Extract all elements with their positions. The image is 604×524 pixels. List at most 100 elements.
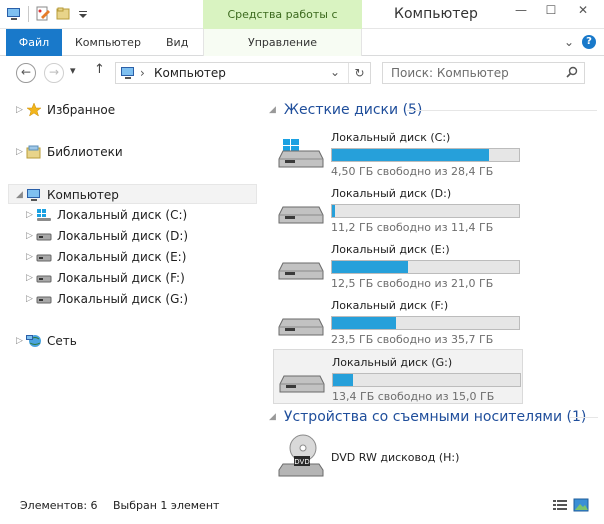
drive-usage-fill xyxy=(332,317,396,329)
expand-arrow-icon[interactable]: ▷ xyxy=(26,268,36,288)
drive-icon xyxy=(36,250,52,264)
tree-item-drive-c[interactable]: ▷ Локальный диск (C:) xyxy=(26,205,256,225)
drive-name: Локальный диск (G:) xyxy=(332,356,453,369)
drive-usage-fill xyxy=(332,261,408,273)
drive-usage-bar xyxy=(331,316,520,330)
tree-item-drive-f[interactable]: ▷ Локальный диск (F:) xyxy=(26,268,256,288)
status-bar: Элементов: 6 Выбран 1 элемент xyxy=(0,486,604,524)
tree-label: Библиотеки xyxy=(47,145,123,159)
minimize-button[interactable]: — xyxy=(510,0,532,22)
group-header-hard-disks[interactable]: ◢ Жесткие диски (5) xyxy=(265,99,422,121)
windows-drive-icon xyxy=(36,208,52,222)
collapse-arrow-icon[interactable]: ◢ xyxy=(269,412,276,422)
group-divider xyxy=(570,417,598,418)
drive-item[interactable]: Локальный диск (E:) 12,5 ГБ свободно из 2… xyxy=(273,237,523,292)
up-button[interactable]: ↑ xyxy=(94,62,105,77)
drive-item[interactable]: Локальный диск (D:) 11,2 ГБ свободно из 1… xyxy=(273,181,523,236)
tab-computer[interactable]: Компьютер xyxy=(75,29,141,56)
tree-label: Сеть xyxy=(47,334,77,348)
tab-file[interactable]: Файл xyxy=(6,29,62,56)
tree-item-favorites[interactable]: ▷ Избранное xyxy=(16,100,256,120)
collapse-arrow-icon[interactable]: ◢ xyxy=(16,185,26,205)
hard-drive-icon xyxy=(278,364,326,394)
expand-arrow-icon[interactable]: ▷ xyxy=(16,142,26,162)
drive-item[interactable]: Локальный диск (F:) 23,5 ГБ свободно из 3… xyxy=(273,293,523,348)
dvd-drive-item[interactable]: DVD DVD RW дисковод (H:) xyxy=(273,432,523,482)
forward-button[interactable]: → xyxy=(44,63,64,83)
new-folder-icon[interactable] xyxy=(55,6,71,22)
computer-icon[interactable] xyxy=(6,6,22,22)
breadcrumb-computer[interactable]: Компьютер xyxy=(154,66,226,80)
tree-label: Локальный диск (D:) xyxy=(57,229,189,243)
group-header-removable[interactable]: ◢ Устройства со съемными носителями (1) xyxy=(265,406,586,428)
search-input[interactable] xyxy=(383,63,563,83)
drive-usage-fill xyxy=(332,149,490,161)
hard-drive-icon xyxy=(277,307,325,337)
group-title: Жесткие диски (5) xyxy=(283,102,423,118)
drive-name: Локальный диск (F:) xyxy=(331,299,449,312)
title-bar: Средства работы с дисками Компьютер — ☐ … xyxy=(0,0,604,51)
drive-usage-bar xyxy=(331,204,520,218)
tree-label: Локальный диск (G:) xyxy=(57,292,189,306)
toolbar-separator xyxy=(28,6,29,22)
refresh-button[interactable]: ↻ xyxy=(348,63,370,83)
dvd-drive-icon: DVD xyxy=(277,434,325,478)
collapse-arrow-icon[interactable]: ◢ xyxy=(269,105,276,115)
hard-drive-icon xyxy=(277,251,325,281)
group-divider xyxy=(407,110,597,111)
tree-item-libraries[interactable]: ▷ Библиотеки xyxy=(16,142,256,162)
tree-item-drive-g[interactable]: ▷ Локальный диск (G:) xyxy=(26,289,256,309)
item-count: Элементов: 6 xyxy=(20,499,98,512)
contextual-group-label: Средства работы с дисками xyxy=(203,0,362,51)
selection-count: Выбран 1 элемент xyxy=(113,499,220,512)
expand-arrow-icon[interactable]: ▷ xyxy=(26,289,36,309)
windows-drive-icon xyxy=(277,139,325,169)
hard-drive-icon xyxy=(277,195,325,225)
address-bar[interactable]: › Компьютер ⌄ ↻ xyxy=(115,62,371,84)
drive-icon xyxy=(36,271,52,285)
star-icon xyxy=(26,102,42,117)
expand-arrow-icon[interactable]: ▷ xyxy=(16,100,26,120)
drive-name: Локальный диск (D:) xyxy=(331,187,452,200)
drive-usage-bar xyxy=(332,373,521,387)
tree-item-computer[interactable]: ◢ Компьютер xyxy=(8,184,257,204)
customize-toolbar-icon[interactable] xyxy=(75,6,91,22)
expand-arrow-icon[interactable]: ▷ xyxy=(26,226,36,246)
drive-free-space: 4,50 ГБ свободно из 28,4 ГБ xyxy=(331,165,494,178)
properties-icon[interactable] xyxy=(35,6,51,22)
drive-free-space: 23,5 ГБ свободно из 35,7 ГБ xyxy=(331,333,494,346)
expand-arrow-icon[interactable]: ▷ xyxy=(26,247,36,267)
back-button[interactable]: ← xyxy=(16,63,36,83)
tree-label: Локальный диск (E:) xyxy=(57,250,187,264)
window-title: Компьютер xyxy=(394,6,478,22)
drive-icon xyxy=(36,229,52,243)
tree-item-network[interactable]: ▷ Сеть xyxy=(16,331,256,351)
large-icons-view-icon[interactable] xyxy=(573,498,589,512)
details-view-icon[interactable] xyxy=(552,498,568,512)
drive-usage-bar xyxy=(331,260,520,274)
drive-free-space: 12,5 ГБ свободно из 21,0 ГБ xyxy=(331,277,494,290)
libraries-icon xyxy=(26,145,42,159)
drive-item[interactable]: Локальный диск (C:) 4,50 ГБ свободно из 2… xyxy=(273,125,523,180)
maximize-button[interactable]: ☐ xyxy=(540,0,562,22)
drive-item[interactable]: Локальный диск (G:) 13,4 ГБ свободно из 1… xyxy=(273,349,523,404)
computer-icon xyxy=(120,66,136,83)
drive-usage-fill xyxy=(333,374,353,386)
quick-access-toolbar xyxy=(6,6,91,22)
ribbon-tabs: Файл Компьютер Вид Управление ⌄ ? xyxy=(0,29,604,56)
dvd-logo-text: DVD xyxy=(294,458,309,466)
recent-locations-button[interactable]: ▾ xyxy=(70,64,76,77)
close-button[interactable]: ✕ xyxy=(572,0,594,22)
expand-arrow-icon[interactable]: ▷ xyxy=(26,205,36,225)
breadcrumb-separator[interactable]: › xyxy=(140,66,145,80)
address-dropdown-icon[interactable]: ⌄ xyxy=(330,65,340,79)
tree-label: Локальный диск (C:) xyxy=(57,208,188,222)
tree-item-drive-e[interactable]: ▷ Локальный диск (E:) xyxy=(26,247,256,267)
tab-view[interactable]: Вид xyxy=(166,29,188,56)
expand-ribbon-icon[interactable]: ⌄ xyxy=(564,35,574,49)
tab-manage[interactable]: Управление xyxy=(203,29,362,56)
expand-arrow-icon[interactable]: ▷ xyxy=(16,331,26,351)
help-icon[interactable]: ? xyxy=(582,35,596,49)
tree-item-drive-d[interactable]: ▷ Локальный диск (D:) xyxy=(26,226,256,246)
search-icon[interactable] xyxy=(566,66,578,78)
